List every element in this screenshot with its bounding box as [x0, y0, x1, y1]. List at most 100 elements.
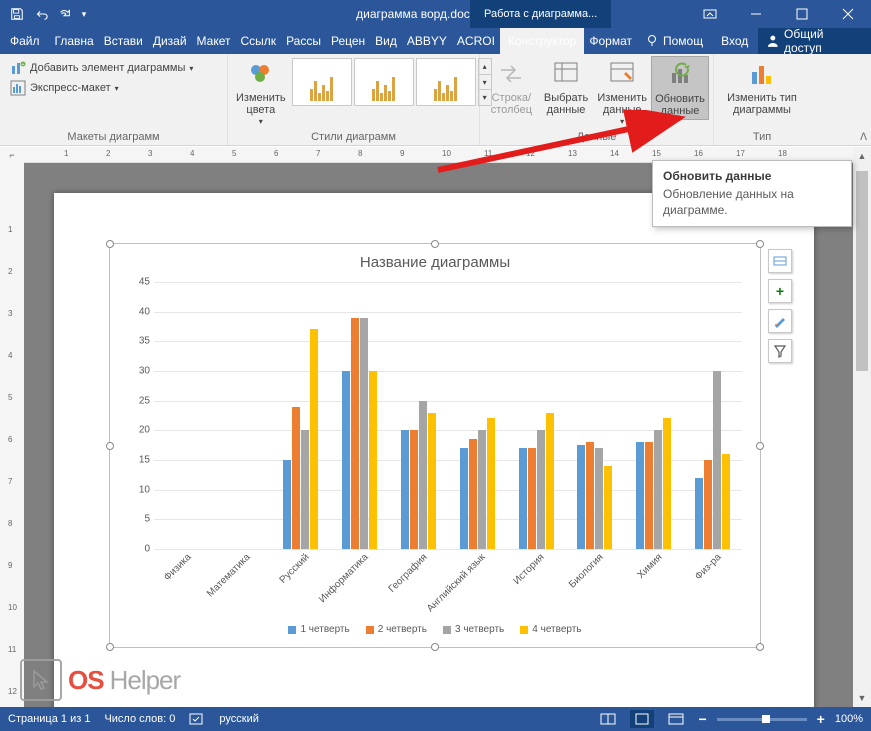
chart-bar[interactable]: [645, 442, 653, 549]
style-thumb-2[interactable]: [354, 58, 414, 106]
chart-bar[interactable]: [301, 430, 309, 549]
chart-bar[interactable]: [369, 371, 377, 549]
print-layout-icon[interactable]: [630, 710, 654, 728]
tell-me[interactable]: Помощ: [637, 34, 711, 48]
chart-category[interactable]: Английский язык: [448, 282, 507, 549]
tab-view[interactable]: Вид: [370, 28, 402, 54]
chart-bar[interactable]: [360, 318, 368, 549]
qat-more-icon[interactable]: ▾: [78, 3, 90, 25]
zoom-slider[interactable]: [717, 718, 807, 721]
chart-category[interactable]: Математика: [213, 282, 272, 549]
chart-bar[interactable]: [636, 442, 644, 549]
chart-category[interactable]: География: [389, 282, 448, 549]
chart-category[interactable]: Химия: [624, 282, 683, 549]
share-button[interactable]: Общий доступ: [758, 27, 871, 55]
scroll-up-icon[interactable]: ▲: [853, 147, 871, 165]
switch-row-column[interactable]: Строка/ столбец: [484, 56, 539, 118]
tab-format[interactable]: Формат: [584, 28, 637, 54]
chart-bar[interactable]: [469, 439, 477, 549]
chart-bar[interactable]: [537, 430, 545, 549]
resize-handle[interactable]: [756, 240, 764, 248]
tab-file[interactable]: Файл: [0, 28, 50, 54]
undo-icon[interactable]: [30, 3, 52, 25]
vertical-ruler[interactable]: 123456789101112: [0, 163, 24, 707]
tab-insert[interactable]: Встави: [99, 28, 148, 54]
chart-bar[interactable]: [546, 413, 554, 549]
legend-item[interactable]: 1 четверть: [288, 624, 349, 635]
status-words[interactable]: Число слов: 0: [104, 713, 175, 725]
chart-bar[interactable]: [654, 430, 662, 549]
style-thumb-3[interactable]: [416, 58, 476, 106]
resize-handle[interactable]: [106, 442, 114, 450]
tab-home[interactable]: Главна: [50, 28, 99, 54]
quick-layout[interactable]: Экспресс-макет ▾: [8, 78, 195, 98]
chart-bar[interactable]: [487, 418, 495, 549]
chart-bar[interactable]: [528, 448, 536, 549]
chart-category[interactable]: Биология: [566, 282, 625, 549]
chart-bar[interactable]: [604, 466, 612, 549]
refresh-data[interactable]: Обновить данные: [651, 56, 709, 120]
chart-bar[interactable]: [713, 371, 721, 549]
chart-bar[interactable]: [519, 448, 527, 549]
minimize-button[interactable]: [733, 0, 779, 28]
chart-category[interactable]: История: [507, 282, 566, 549]
chart-layout-options[interactable]: [768, 249, 792, 273]
chart-bar[interactable]: [428, 413, 436, 549]
zoom-out-icon[interactable]: −: [698, 711, 706, 727]
zoom-level[interactable]: 100%: [835, 713, 863, 725]
legend-item[interactable]: 2 четверть: [366, 624, 427, 635]
login-link[interactable]: Вход: [711, 34, 758, 48]
chart-bar[interactable]: [401, 430, 409, 549]
chart-bar[interactable]: [722, 454, 730, 549]
chart-styles-button[interactable]: [768, 309, 792, 333]
page[interactable]: + Название диаграммы 051015202530354045Ф…: [54, 193, 814, 707]
tab-constructor[interactable]: Конструктор: [500, 28, 584, 54]
chart-bar[interactable]: [586, 442, 594, 549]
chart-elements-button[interactable]: +: [768, 279, 792, 303]
resize-handle[interactable]: [106, 240, 114, 248]
add-chart-element[interactable]: + Добавить элемент диаграммы ▾: [8, 58, 195, 78]
tab-mailings[interactable]: Рассы: [281, 28, 326, 54]
chart-bar[interactable]: [292, 407, 300, 549]
web-layout-icon[interactable]: [664, 710, 688, 728]
chart-legend[interactable]: 1 четверть 2 четверть 3 четверть 4 четверть: [118, 624, 752, 635]
chart-bar[interactable]: [704, 460, 712, 549]
chart-bar[interactable]: [351, 318, 359, 549]
chart-bar[interactable]: [410, 430, 418, 549]
chart-bar[interactable]: [663, 418, 671, 549]
chart-category[interactable]: Физика: [154, 282, 213, 549]
change-colors[interactable]: Изменить цвета ▾: [232, 56, 290, 129]
resize-handle[interactable]: [756, 442, 764, 450]
tab-review[interactable]: Рецен: [326, 28, 370, 54]
style-thumb-1[interactable]: [292, 58, 352, 106]
chart-object[interactable]: + Название диаграммы 051015202530354045Ф…: [109, 243, 761, 648]
resize-handle[interactable]: [431, 643, 439, 651]
chart-category[interactable]: Физ-ра: [683, 282, 742, 549]
document-area[interactable]: + Название диаграммы 051015202530354045Ф…: [24, 163, 853, 707]
chart-bar[interactable]: [460, 448, 468, 549]
status-language[interactable]: русский: [219, 713, 258, 725]
chart-bar[interactable]: [283, 460, 291, 549]
close-button[interactable]: [825, 0, 871, 28]
legend-item[interactable]: 4 четверть: [520, 624, 581, 635]
tab-acrobat[interactable]: ACROI: [452, 28, 500, 54]
edit-data[interactable]: Изменить данные ▾: [593, 56, 651, 129]
save-icon[interactable]: [6, 3, 28, 25]
chart-category[interactable]: Русский: [272, 282, 331, 549]
chart-category[interactable]: Информатика: [330, 282, 389, 549]
resize-handle[interactable]: [106, 643, 114, 651]
scroll-down-icon[interactable]: ▼: [853, 689, 871, 707]
tab-abbyy[interactable]: ABBYY: [402, 28, 452, 54]
tab-design[interactable]: Дизай: [148, 28, 192, 54]
status-page[interactable]: Страница 1 из 1: [8, 713, 90, 725]
collapse-ribbon-icon[interactable]: ᐱ: [860, 132, 867, 143]
legend-item[interactable]: 3 четверть: [443, 624, 504, 635]
ribbon-display-options-icon[interactable]: [687, 0, 733, 28]
tab-references[interactable]: Ссылк: [236, 28, 282, 54]
chart-bar[interactable]: [595, 448, 603, 549]
chart-title[interactable]: Название диаграммы: [118, 252, 752, 277]
resize-handle[interactable]: [756, 643, 764, 651]
status-spell-icon[interactable]: [189, 712, 205, 726]
select-data[interactable]: Выбрать данные: [539, 56, 594, 118]
scrollbar-thumb[interactable]: [856, 171, 868, 371]
